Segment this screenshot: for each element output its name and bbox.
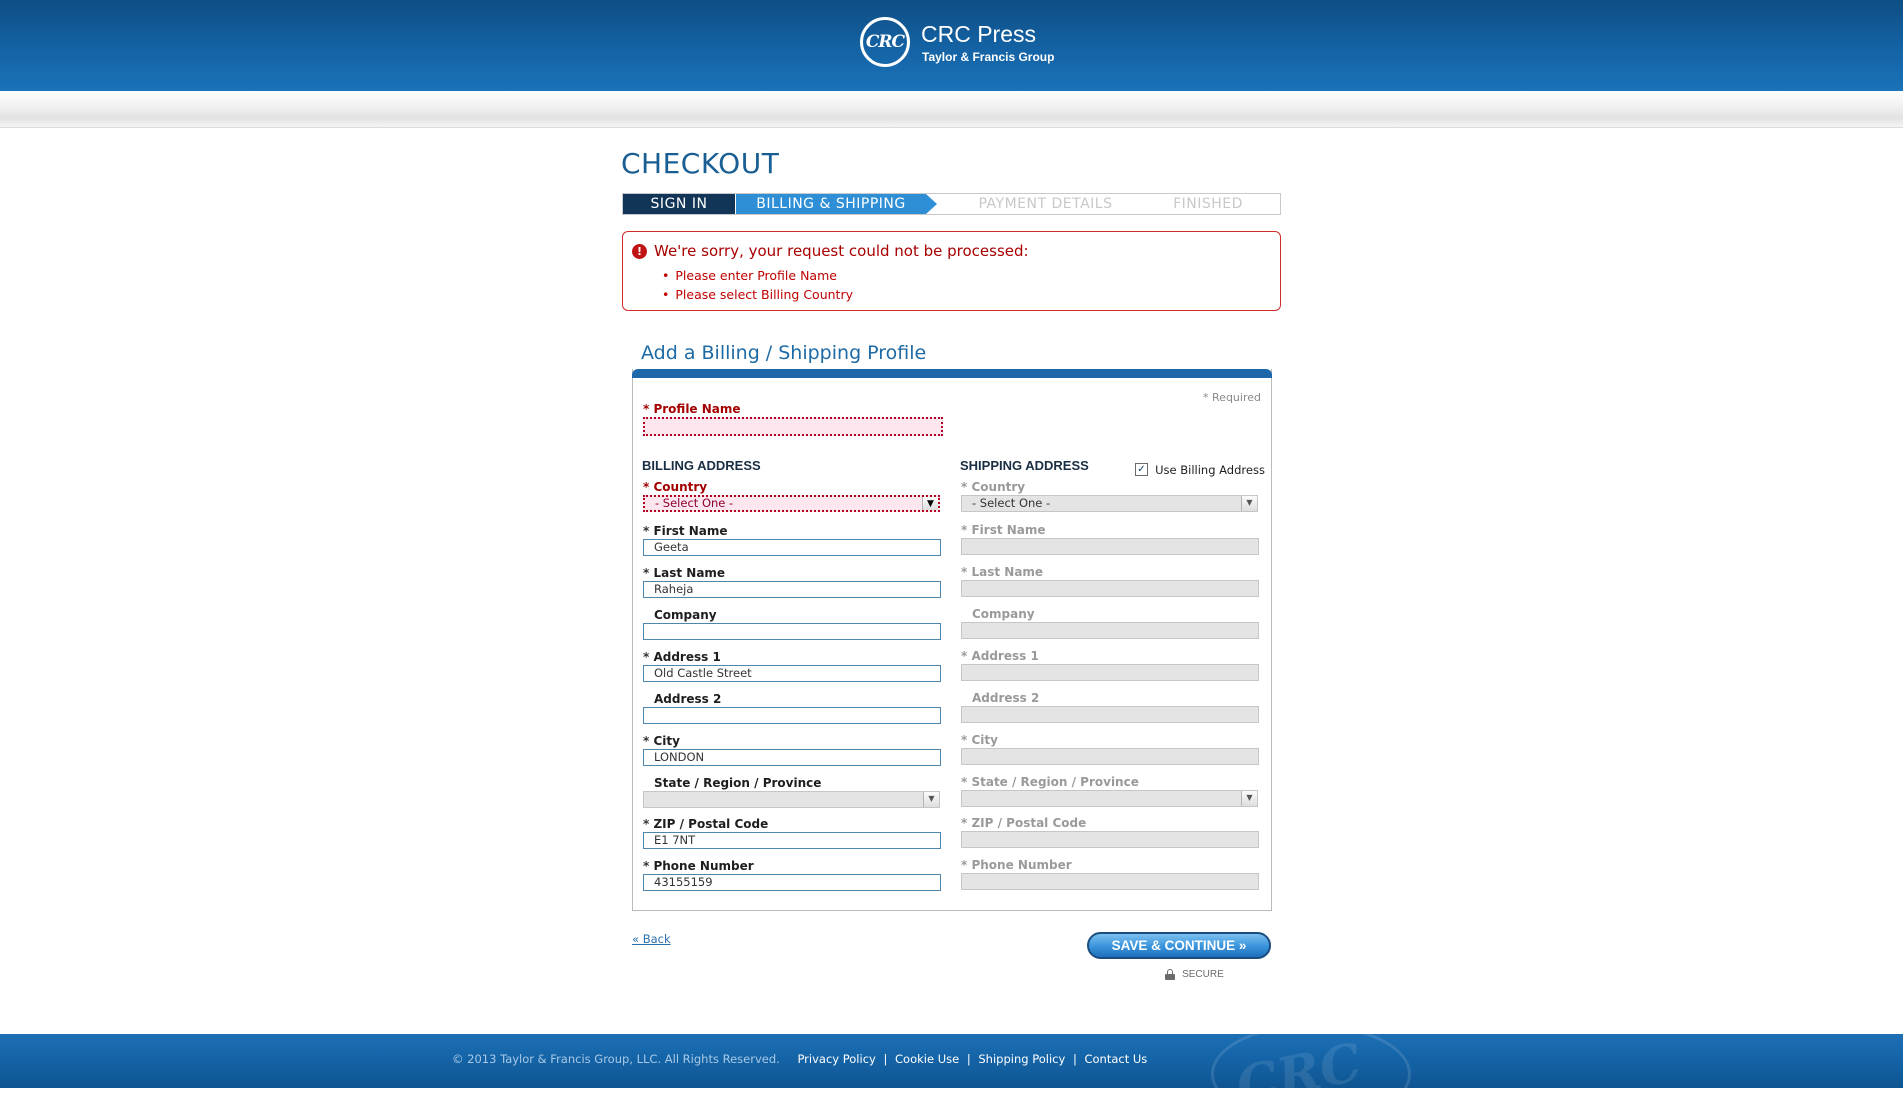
shipping-phone-input[interactable] [961, 873, 1259, 890]
billing-address2-label: Address 2 [654, 692, 722, 706]
shipping-zip-input[interactable] [961, 831, 1259, 848]
site-footer: CRC © 2013 Taylor & Francis Group, LLC. … [0, 1034, 1903, 1088]
step-arrow-icon [926, 194, 937, 214]
billing-last-name-input[interactable]: Raheja [643, 581, 941, 598]
step-sign-in: SIGN IN [623, 194, 735, 214]
shipping-address1-label: * Address 1 [961, 649, 1039, 663]
section-title: Add a Billing / Shipping Profile [641, 342, 927, 364]
lock-icon [1165, 969, 1175, 980]
chevron-down-icon: ▼ [922, 497, 938, 510]
billing-address1-label: * Address 1 [643, 650, 721, 664]
save-continue-button[interactable]: SAVE & CONTINUE » [1087, 932, 1271, 959]
billing-first-name-input[interactable]: Geeta [643, 539, 941, 556]
error-title: We're sorry, your request could not be p… [654, 242, 1029, 260]
contact-us-link[interactable]: Contact Us [1084, 1052, 1147, 1066]
error-item: Please enter Profile Name [662, 266, 853, 285]
crc-logo-icon: CRC [860, 17, 910, 67]
shipping-zip-label: * ZIP / Postal Code [961, 816, 1087, 830]
footer-bottom-strip [0, 1088, 1903, 1101]
shipping-last-name-label: * Last Name [961, 565, 1044, 579]
use-billing-checkbox[interactable]: ✓ [1135, 463, 1148, 476]
copyright-text: © 2013 Taylor & Francis Group, LLC. All … [452, 1052, 780, 1066]
chevron-down-icon: ▼ [923, 792, 939, 807]
shipping-state-select[interactable]: ▼ [961, 790, 1258, 807]
shipping-address2-label: Address 2 [972, 691, 1040, 705]
shipping-company-input[interactable] [961, 622, 1259, 639]
billing-last-name-label: * Last Name [643, 566, 726, 580]
site-header: CRC CRC Press Taylor & Francis Group [0, 0, 1903, 91]
back-link[interactable]: « Back [632, 932, 671, 946]
step-payment-details: PAYMENT DETAILS [978, 196, 1113, 212]
error-item: Please select Billing Country [662, 285, 853, 304]
shipping-country-label: * Country [961, 480, 1026, 494]
billing-address2-input[interactable] [643, 707, 941, 724]
error-icon: ! [632, 244, 647, 259]
shipping-address-heading: SHIPPING ADDRESS [960, 458, 1089, 473]
billing-state-label: State / Region / Province [654, 776, 822, 790]
shipping-first-name-label: * First Name [961, 523, 1046, 537]
logo-name: CRC Press [921, 21, 1037, 47]
footer-separator: | [966, 1052, 971, 1066]
chevron-down-icon: ▼ [1241, 496, 1257, 511]
required-note: * Required [1203, 391, 1261, 404]
step-finished: FINISHED [1173, 196, 1243, 212]
billing-country-value: - Select One - [655, 496, 734, 510]
use-billing-label: Use Billing Address [1155, 462, 1265, 477]
footer-row: © 2013 Taylor & Francis Group, LLC. All … [452, 1052, 1147, 1066]
shipping-company-label: Company [972, 607, 1035, 621]
profile-name-label: * Profile Name [643, 402, 741, 416]
billing-company-input[interactable] [643, 623, 941, 640]
billing-address-heading: BILLING ADDRESS [642, 458, 761, 473]
billing-country-select[interactable]: - Select One - ▼ [643, 495, 940, 512]
billing-state-select[interactable]: ▼ [643, 791, 940, 808]
billing-phone-input[interactable]: 43155159 [643, 874, 941, 891]
shipping-last-name-input[interactable] [961, 580, 1259, 597]
page-title: CHECKOUT [621, 147, 780, 180]
logo-subtitle: Taylor & Francis Group [922, 50, 1055, 64]
shipping-phone-label: * Phone Number [961, 858, 1072, 872]
billing-city-input[interactable]: LONDON [643, 749, 941, 766]
billing-phone-label: * Phone Number [643, 859, 754, 873]
secure-indicator: SECURE [1165, 964, 1224, 980]
shipping-city-label: * City [961, 733, 998, 747]
shipping-country-select[interactable]: - Select One - ▼ [961, 495, 1258, 512]
shipping-address1-input[interactable] [961, 664, 1259, 681]
billing-country-label: * Country [643, 480, 708, 494]
footer-separator: | [1072, 1052, 1077, 1066]
billing-zip-label: * ZIP / Postal Code [643, 817, 769, 831]
billing-zip-input[interactable]: E1 7NT [643, 832, 941, 849]
privacy-policy-link[interactable]: Privacy Policy [797, 1052, 875, 1066]
profile-name-input[interactable] [643, 417, 943, 436]
shipping-first-name-input[interactable] [961, 538, 1259, 555]
checkout-steps: SIGN IN BILLING & SHIPPING PAYMENT DETAI… [622, 193, 1281, 215]
panel-header-bar [632, 369, 1272, 378]
secure-label: SECURE [1182, 969, 1224, 980]
step-billing-shipping: BILLING & SHIPPING [736, 194, 926, 214]
shipping-city-input[interactable] [961, 748, 1259, 765]
error-list: Please enter Profile Name Please select … [662, 266, 853, 304]
billing-address1-input[interactable]: Old Castle Street [643, 665, 941, 682]
billing-city-label: * City [643, 734, 680, 748]
shipping-country-value: - Select One - [972, 496, 1051, 510]
use-billing-address-toggle[interactable]: ✓ Use Billing Address [1135, 459, 1265, 477]
shipping-policy-link[interactable]: Shipping Policy [978, 1052, 1065, 1066]
shipping-address2-input[interactable] [961, 706, 1259, 723]
shipping-state-label: * State / Region / Province [961, 775, 1139, 789]
chevron-down-icon: ▼ [1241, 791, 1257, 806]
billing-company-label: Company [654, 608, 717, 622]
footer-separator: | [883, 1052, 888, 1066]
error-message-box: ! We're sorry, your request could not be… [622, 231, 1281, 311]
header-subbar [0, 91, 1903, 128]
billing-first-name-label: * First Name [643, 524, 728, 538]
cookie-use-link[interactable]: Cookie Use [895, 1052, 959, 1066]
crc-press-logo[interactable]: CRC CRC Press Taylor & Francis Group [860, 17, 1060, 73]
